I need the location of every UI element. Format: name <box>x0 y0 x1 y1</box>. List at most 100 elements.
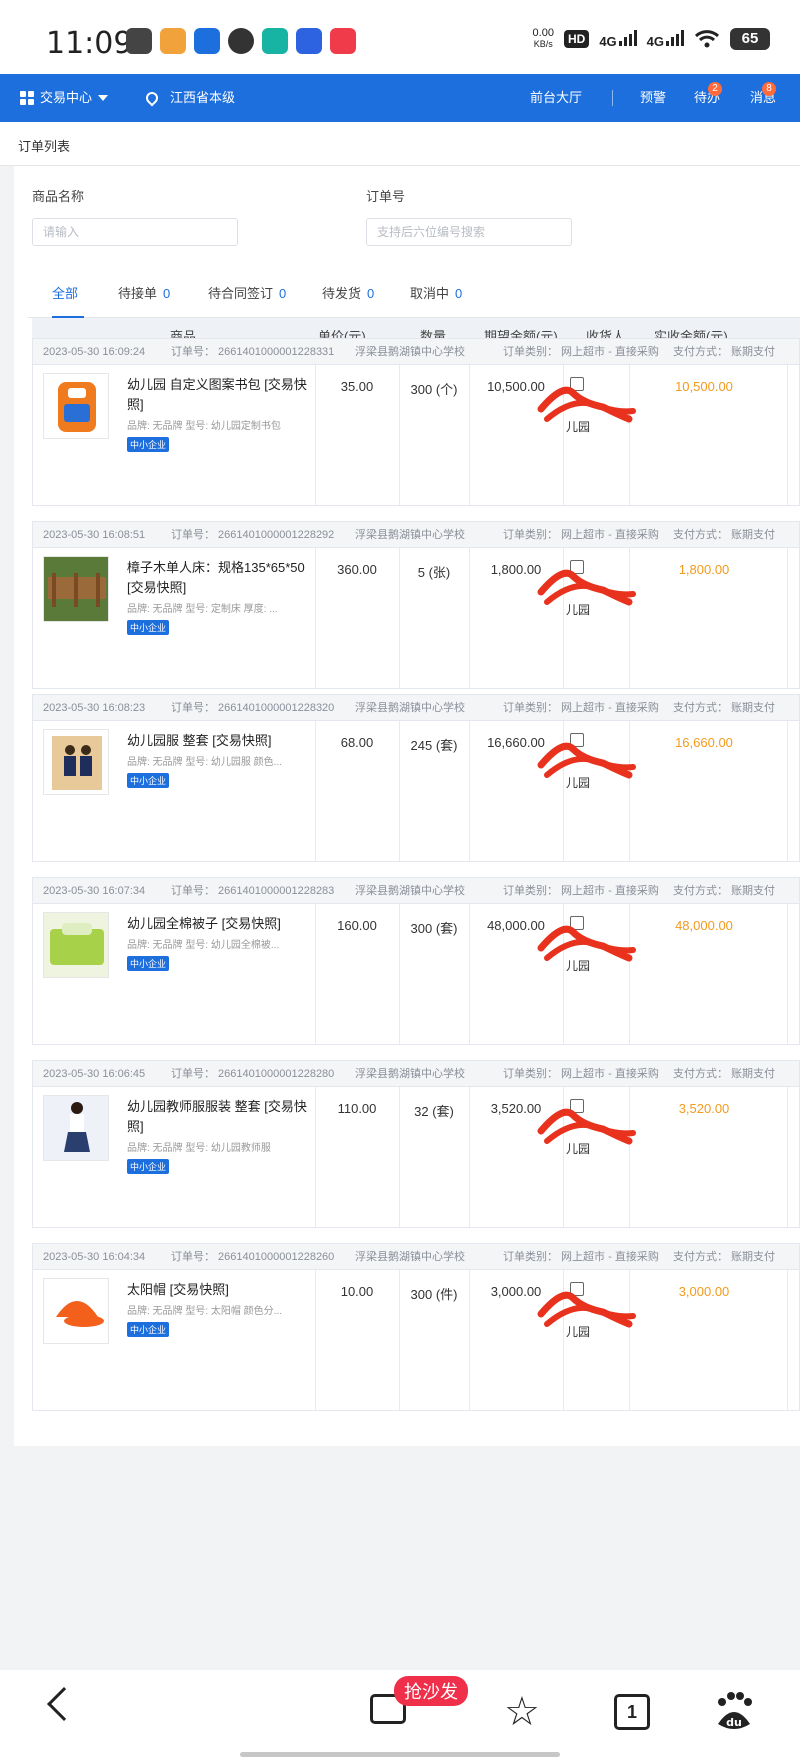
consignee-redacted-line <box>533 580 623 600</box>
product-name-input[interactable] <box>32 218 238 246</box>
location-selector[interactable]: 江西省本级 <box>143 74 236 122</box>
unit-price: 35.00 <box>340 379 374 394</box>
consignee-card-icon[interactable] <box>570 916 584 930</box>
order-school: 浮梁县鹅湖镇中心学校 <box>355 529 465 541</box>
consignee-redacted-line <box>533 936 623 956</box>
menu-dropdown[interactable]: 交易中心 <box>20 74 109 122</box>
top-navigation: 交易中心 江西省本级 前台大厅 预警 待办 2 消息 8 <box>0 74 800 122</box>
tab-all[interactable]: 全部 <box>52 270 78 318</box>
location-label: 江西省本级 <box>170 90 236 105</box>
consignee-redacted-line <box>533 753 623 773</box>
signal-bars-icon <box>666 29 684 46</box>
product-thumbnail[interactable] <box>43 912 109 978</box>
product-meta: 品牌: 无品牌 型号: 幼儿园定制书包 <box>127 421 281 432</box>
breadcrumb-bar: 订单列表 <box>0 122 800 166</box>
column-divider <box>787 1087 788 1227</box>
front-hall-link[interactable]: 前台大厅 <box>530 74 582 122</box>
expected-amount: 3,000.00 <box>490 1284 542 1299</box>
order-header: 2023-05-30 16:08:23 订单号： 2661401000001228… <box>33 695 799 721</box>
order-time: 2023-05-30 16:08:51 <box>43 529 146 541</box>
order-row: 2023-05-30 16:09:24 订单号： 2661401000001228… <box>32 338 800 506</box>
expected-amount: 1,800.00 <box>490 562 542 577</box>
tab-pending-contract[interactable]: 待合同签订 0 <box>208 270 286 318</box>
quantity: 245 (套) <box>410 738 458 753</box>
consignee-suffix: 儿园 <box>565 776 590 790</box>
order-type: 订单类别： 网上超市 - 直接采购 <box>503 1068 659 1080</box>
product-name-link[interactable]: 幼儿园 自定义图案书包 [交易快照] <box>127 375 307 415</box>
order-header: 2023-05-30 16:06:45 订单号： 2661401000001228… <box>33 1061 799 1087</box>
order-header: 2023-05-30 16:07:34 订单号： 2661401000001228… <box>33 878 799 904</box>
product-name-link[interactable]: 幼儿园教师服服装 整套 [交易快照] <box>127 1097 307 1137</box>
product-thumbnail[interactable] <box>43 373 109 439</box>
consignee-redacted-line <box>533 1119 623 1139</box>
unit-price: 360.00 <box>337 562 377 577</box>
order-type: 订单类别： 网上超市 - 直接采购 <box>503 529 659 541</box>
page-title: 订单列表 <box>18 139 71 154</box>
wifi-icon <box>694 30 720 48</box>
star-icon[interactable]: ☆ <box>504 1692 540 1732</box>
consignee-card-icon[interactable] <box>570 733 584 747</box>
product-thumbnail[interactable] <box>43 729 109 795</box>
order-number-input[interactable] <box>366 218 572 246</box>
consignee-name: 儿园 <box>533 936 623 976</box>
actual-amount: 16,660.00 <box>675 735 733 750</box>
order-type: 订单类别： 网上超市 - 直接采购 <box>503 702 659 714</box>
tab-cancelling[interactable]: 取消中 0 <box>410 270 462 318</box>
consignee-suffix: 儿园 <box>565 959 590 973</box>
consignee-redacted-line <box>533 397 623 417</box>
order-header: 2023-05-30 16:09:24 订单号： 2661401000001228… <box>33 339 799 365</box>
payment-method: 支付方式： 账期支付 <box>673 346 776 358</box>
order-number: 订单号： 2661401000001228331 <box>171 346 335 358</box>
order-school: 浮梁县鹅湖镇中心学校 <box>355 1251 465 1263</box>
shop-app-icon <box>330 28 356 54</box>
unit-price: 110.00 <box>337 1101 377 1116</box>
product-name-link[interactable]: 幼儿园服 整套 [交易快照] <box>127 731 307 751</box>
order-number: 订单号： 2661401000001228320 <box>171 702 335 714</box>
signal-2-label: 4G <box>646 33 664 49</box>
order-number: 订单号： 2661401000001228280 <box>171 1068 335 1080</box>
consignee-card-icon[interactable] <box>570 560 584 574</box>
consignee-suffix: 儿园 <box>565 1142 590 1156</box>
column-divider <box>787 548 788 688</box>
actual-amount: 3,520.00 <box>678 1101 730 1116</box>
net-unit: KB/s <box>533 39 553 49</box>
baidu-label: du <box>726 1716 742 1729</box>
consignee-name: 儿园 <box>533 1119 623 1159</box>
baidu-paw-icon[interactable]: du <box>712 1690 756 1734</box>
product-meta: 品牌: 无品牌 型号: 定制床 厚度: ... <box>127 604 278 615</box>
messages-badge: 8 <box>762 82 776 96</box>
consignee-card-icon[interactable] <box>570 377 584 391</box>
expected-amount: 3,520.00 <box>490 1101 542 1116</box>
sme-badge: 中小企业 <box>127 620 170 635</box>
home-indicator[interactable] <box>240 1752 560 1757</box>
hot-comment-badge[interactable]: 抢沙发 <box>394 1676 468 1706</box>
order-row: 2023-05-30 16:08:23 订单号： 2661401000001228… <box>32 694 800 862</box>
actual-amount: 3,000.00 <box>678 1284 730 1299</box>
quantity: 32 (套) <box>414 1104 454 1119</box>
tab-pending-shipment[interactable]: 待发货 0 <box>322 270 374 318</box>
product-thumbnail[interactable] <box>43 1095 109 1161</box>
product-name-link[interactable]: 太阳帽 [交易快照] <box>127 1280 307 1300</box>
sme-badge: 中小企业 <box>127 1322 170 1337</box>
order-number: 订单号： 2661401000001228283 <box>171 885 335 897</box>
product-name-link[interactable]: 樟子木单人床：规格135*65*50 [交易快照] <box>127 558 307 598</box>
consignee-name: 儿园 <box>533 753 623 793</box>
order-header: 2023-05-30 16:04:34 订单号： 2661401000001228… <box>33 1244 799 1270</box>
product-thumbnail[interactable] <box>43 1278 109 1344</box>
payment-method: 支付方式： 账期支付 <box>673 1251 776 1263</box>
product-meta: 品牌: 无品牌 型号: 幼儿园全棉被... <box>127 940 280 951</box>
warning-link[interactable]: 预警 <box>640 74 666 122</box>
consignee-name: 儿园 <box>533 397 623 437</box>
consignee-card-icon[interactable] <box>570 1099 584 1113</box>
product-thumbnail[interactable] <box>43 556 109 622</box>
tab-pending-accept[interactable]: 待接单 0 <box>118 270 170 318</box>
payment-method: 支付方式： 账期支付 <box>673 529 776 541</box>
messages-link[interactable]: 消息 <box>750 74 776 122</box>
quantity: 300 (件) <box>410 1287 458 1302</box>
product-name-link[interactable]: 幼儿园全棉被子 [交易快照] <box>127 914 307 934</box>
consignee-suffix: 儿园 <box>565 603 590 617</box>
status-time: 11:09 <box>46 26 133 61</box>
tabs-count-button[interactable]: 1 <box>614 1694 650 1730</box>
consignee-card-icon[interactable] <box>570 1282 584 1296</box>
payment-method: 支付方式： 账期支付 <box>673 885 776 897</box>
